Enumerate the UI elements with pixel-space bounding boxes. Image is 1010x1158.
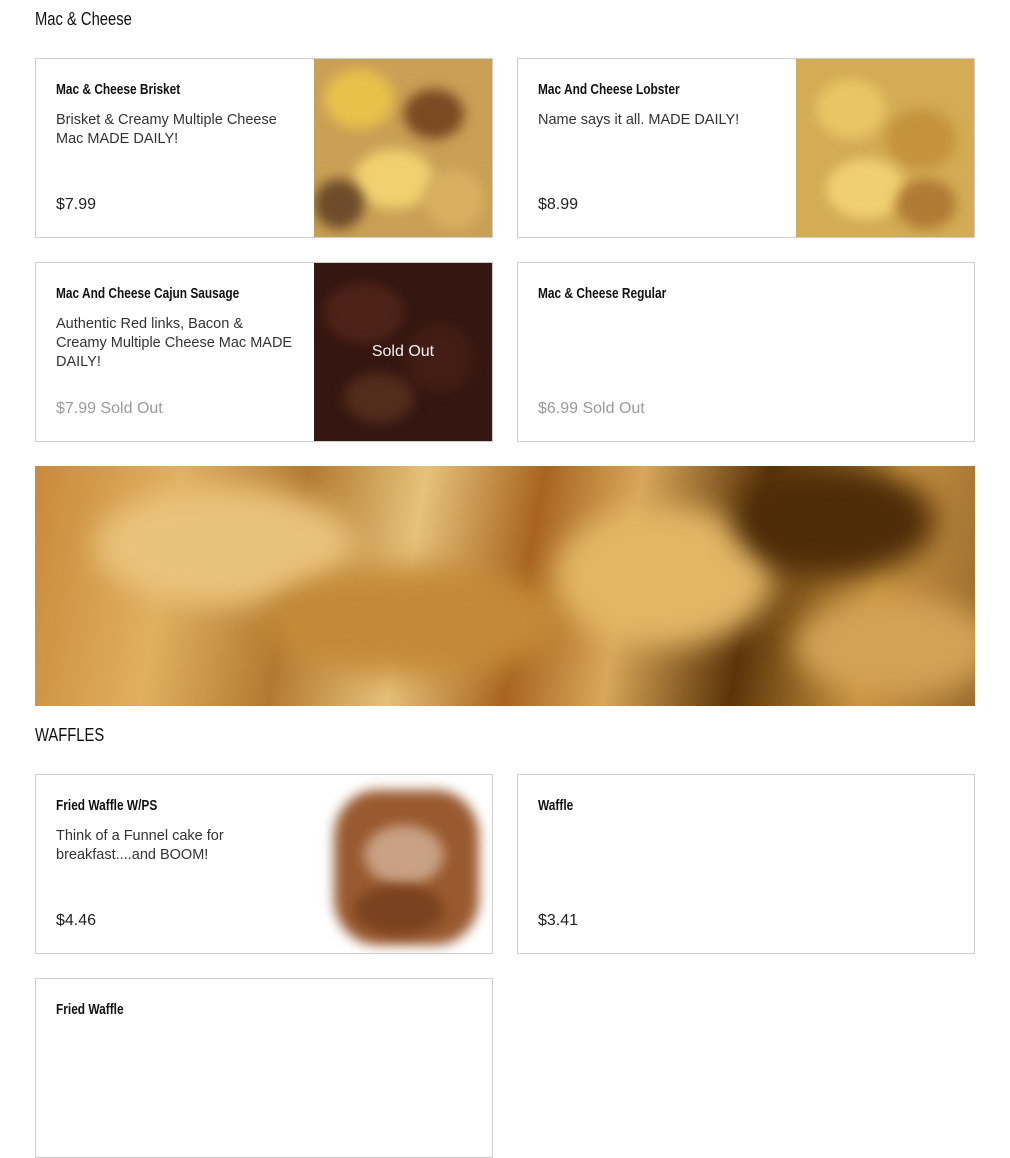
item-price: $3.41 — [538, 912, 579, 929]
item-name: Mac & Cheese Brisket — [56, 82, 181, 98]
item-price: $6.99 Sold Out — [538, 400, 645, 417]
menu-item-waffle[interactable]: Waffle $3.41 — [517, 774, 975, 954]
menu-item-mac-cheese-brisket[interactable]: Mac & Cheese Brisket Brisket & Creamy Mu… — [35, 58, 493, 238]
section-title-waffles: WAFFLES — [35, 725, 105, 745]
item-price: $8.99 — [538, 196, 579, 213]
item-description: Think of a Funnel cake for breakfast....… — [56, 828, 224, 863]
item-price: $7.99 Sold Out — [56, 400, 163, 417]
item-price: $7.99 — [56, 196, 97, 213]
item-photo — [796, 59, 974, 237]
item-name: Waffle — [538, 798, 574, 814]
item-description: Name says it all. MADE DAILY! — [538, 112, 740, 128]
waffles-banner-image — [35, 466, 975, 706]
item-name: Mac And Cheese Cajun Sausage — [56, 286, 240, 302]
section-title-mac-cheese: Mac & Cheese — [35, 9, 132, 29]
item-photo — [314, 59, 492, 237]
item-photo — [314, 775, 492, 953]
menu-item-mac-cheese-lobster[interactable]: Mac And Cheese Lobster Name says it all.… — [517, 58, 975, 238]
menu-item-fried-waffle-wps[interactable]: Fried Waffle W/PS Think of a Funnel cake… — [35, 774, 493, 954]
item-name: Fried Waffle — [56, 1002, 124, 1018]
sold-out-overlay: Sold Out — [314, 263, 492, 441]
item-name: Fried Waffle W/PS — [56, 798, 158, 814]
menu-item-mac-cheese-regular[interactable]: Mac & Cheese Regular $6.99 Sold Out — [517, 262, 975, 442]
item-description: Authentic Red links, Bacon & Creamy Mult… — [56, 316, 293, 370]
menu-item-mac-cheese-cajun-sausage[interactable]: Mac And Cheese Cajun Sausage Authentic R… — [35, 262, 493, 442]
menu-item-fried-waffle[interactable]: Fried Waffle — [35, 978, 493, 1158]
item-price: $4.46 — [56, 912, 97, 929]
item-name: Mac & Cheese Regular — [538, 286, 667, 302]
item-name: Mac And Cheese Lobster — [538, 82, 680, 98]
item-description: Brisket & Creamy Multiple Cheese Mac MAD… — [56, 112, 277, 147]
item-photo: Sold Out — [314, 263, 492, 441]
